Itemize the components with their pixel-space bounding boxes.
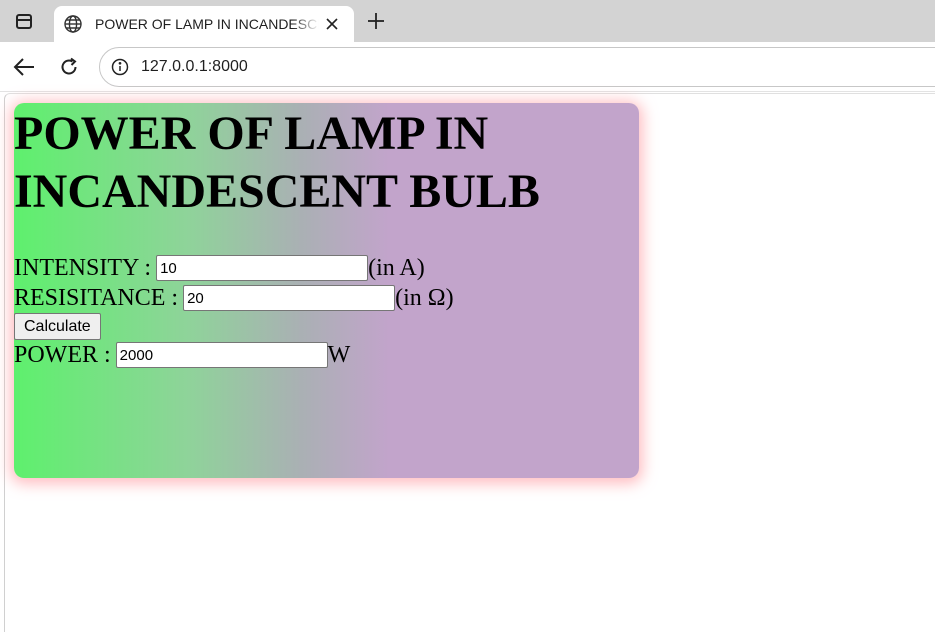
intensity-input[interactable] <box>156 255 369 281</box>
page-title: POWER OF LAMP IN INCANDESCENT BULB <box>14 107 540 218</box>
resistance-unit: (in Ω) <box>395 285 454 311</box>
back-arrow-icon <box>13 58 34 76</box>
resistance-input[interactable] <box>183 285 396 311</box>
intensity-unit: (in A) <box>368 255 425 281</box>
browser-toolbar: 127.0.0.1:8000 <box>0 42 935 92</box>
tab-strip: POWER OF LAMP IN INCANDESCENT BULB <box>0 0 935 42</box>
power-unit: W <box>327 342 351 368</box>
reload-icon <box>61 57 77 75</box>
tab-actions-button[interactable] <box>8 6 40 36</box>
intensity-row: INTENSITY : (in A) <box>14 254 425 282</box>
close-tab-icon[interactable] <box>323 15 341 33</box>
power-label: POWER : <box>14 342 111 368</box>
url-text: 127.0.0.1:8000 <box>141 58 248 75</box>
back-button[interactable] <box>10 53 38 81</box>
intensity-label: INTENSITY : <box>14 255 152 281</box>
globe-icon <box>63 14 83 34</box>
tab-title: POWER OF LAMP IN INCANDESCENT BULB <box>95 16 319 32</box>
calculate-button[interactable]: Calculate <box>14 313 101 340</box>
power-row: POWER : W <box>14 341 350 369</box>
address-bar[interactable]: 127.0.0.1:8000 <box>99 47 935 87</box>
browser-tab-active[interactable]: POWER OF LAMP IN INCANDESCENT BULB <box>54 6 354 42</box>
new-tab-button[interactable] <box>362 8 390 34</box>
calculator-card: POWER OF LAMP IN INCANDESCENT BULB INTEN… <box>14 103 639 478</box>
resistance-label: RESISITANCE : <box>14 285 179 311</box>
plus-icon <box>368 13 384 29</box>
resistance-row: RESISITANCE : (in Ω) <box>14 284 454 312</box>
sidebar-icon <box>16 13 32 29</box>
site-info-icon[interactable] <box>110 57 130 77</box>
power-output[interactable] <box>115 342 328 368</box>
reload-button[interactable] <box>55 53 83 81</box>
